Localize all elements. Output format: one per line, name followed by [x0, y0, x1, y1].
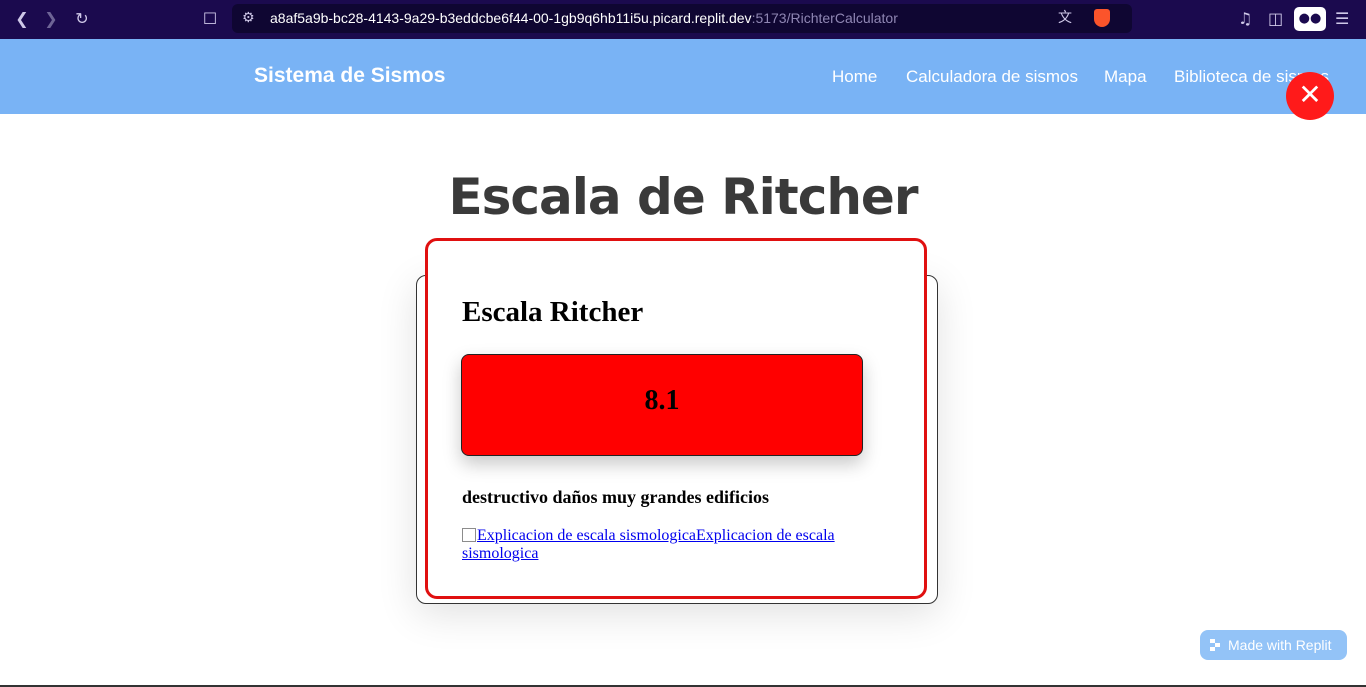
bookmark-icon[interactable]: ☐ — [199, 8, 221, 30]
site-info-icon[interactable]: ⚙ — [242, 9, 255, 27]
close-button[interactable]: ✕ — [1286, 72, 1334, 120]
forward-icon[interactable]: ❯ — [40, 8, 62, 30]
magnitude-value-box: 8.1 — [461, 354, 863, 456]
media-icon[interactable]: ♫ — [1238, 8, 1252, 30]
nav-link-calculadora[interactable]: Calculadora de sismos — [906, 67, 1078, 87]
broken-image-icon — [462, 528, 476, 542]
address-bar[interactable]: ⚙ a8af5a9b-bc28-4143-9a29-b3eddcbe6f44-0… — [232, 4, 1132, 33]
private-window-icon[interactable]: ●● — [1294, 7, 1326, 31]
close-icon: ✕ — [1298, 78, 1322, 111]
sidebar-icon[interactable]: ◫ — [1268, 8, 1283, 30]
brave-shield-icon[interactable] — [1094, 9, 1110, 27]
scale-explanation-link[interactable]: Explicacion de escala sismologicaExplica… — [462, 527, 862, 563]
back-icon[interactable]: ❮ — [11, 8, 33, 30]
replit-icon — [1210, 639, 1221, 651]
nav-link-mapa[interactable]: Mapa — [1104, 67, 1147, 87]
site-navbar: Sistema de Sismos Home Calculadora de si… — [0, 39, 1366, 114]
nav-link-home[interactable]: Home — [832, 67, 877, 87]
image-alt-text: Explicacion de escala sismologica — [477, 527, 697, 544]
browser-toolbar: ❮ ❯ ↻ ☐ ⚙ a8af5a9b-bc28-4143-9a29-b3eddc… — [0, 0, 1366, 39]
url-path: :5173/RichterCalculator — [751, 10, 898, 26]
page-title: Escala de Ritcher — [448, 168, 918, 226]
brand-logo[interactable]: Sistema de Sismos — [254, 64, 445, 88]
card-title: Escala Ritcher — [462, 296, 644, 328]
url-host: a8af5a9b-bc28-4143-9a29-b3eddcbe6f44-00-… — [270, 10, 752, 26]
url-text[interactable]: a8af5a9b-bc28-4143-9a29-b3eddcbe6f44-00-… — [270, 10, 898, 26]
badge-label: Made with Replit — [1228, 637, 1332, 653]
reload-icon[interactable]: ↻ — [71, 8, 93, 30]
magnitude-value: 8.1 — [644, 385, 680, 416]
magnitude-description: destructivo daños muy grandes edificios — [462, 487, 770, 507]
made-with-replit-badge[interactable]: Made with Replit — [1200, 630, 1347, 660]
menu-icon[interactable]: ☰ — [1335, 8, 1349, 30]
translate-icon[interactable]: 文 — [1058, 9, 1072, 27]
